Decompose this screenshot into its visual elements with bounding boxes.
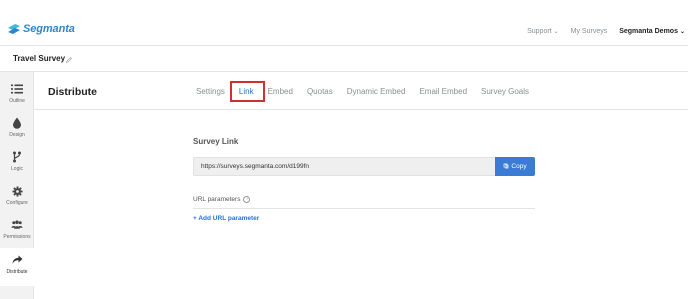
support-menu[interactable]: Support ⌄ (527, 28, 559, 35)
pencil-icon[interactable] (66, 57, 72, 63)
tab-bar: Settings Link Embed Quotas Dynamic Embed… (196, 81, 543, 102)
add-url-parameter-link[interactable]: + Add URL parameter (193, 215, 259, 222)
copy-icon (503, 163, 509, 171)
drop-icon (11, 117, 23, 129)
survey-title: Travel Survey (13, 54, 66, 63)
tab-embed[interactable]: Embed (268, 87, 293, 96)
segmanta-logo-icon (8, 24, 20, 34)
main-header: Distribute Settings Link Embed Quotas Dy… (34, 72, 688, 110)
account-menu[interactable]: Segmanta Demos ⌄ (619, 28, 685, 35)
users-icon (11, 219, 23, 231)
survey-link-field[interactable]: https://surveys.segmanta.com/d199fn (193, 157, 495, 176)
chevron-down-icon: ⌄ (553, 29, 559, 35)
survey-bar: Travel Survey (0, 46, 688, 72)
chevron-down-icon: ⌄ (679, 29, 685, 35)
copy-button-label: Copy (511, 163, 527, 170)
help-icon[interactable]: ? (243, 196, 251, 203)
sidebar: Outline Design Logic Configure Permissio… (0, 72, 34, 299)
sidebar-item-configure[interactable]: Configure (0, 182, 34, 216)
sidebar-item-permissions[interactable]: Permissions (0, 216, 34, 250)
url-parameters-text: URL parameters (193, 196, 241, 203)
tab-link[interactable]: Link (229, 81, 265, 102)
brand-logo[interactable]: Segmanta (7, 23, 75, 35)
sidebar-item-label: Configure (6, 200, 28, 206)
copy-button[interactable]: Copy (495, 157, 535, 176)
sidebar-item-distribute[interactable]: Distribute (0, 248, 34, 286)
tab-email-embed[interactable]: Email Embed (419, 87, 467, 96)
brand-name: Segmanta (23, 23, 75, 35)
tab-dynamic-embed[interactable]: Dynamic Embed (347, 87, 406, 96)
tab-settings[interactable]: Settings (196, 87, 225, 96)
sidebar-item-label: Logic (11, 166, 23, 172)
divider (193, 208, 535, 209)
tab-survey-goals[interactable]: Survey Goals (481, 87, 529, 96)
share-arrow-icon (11, 254, 23, 266)
sidebar-item-design[interactable]: Design (0, 114, 34, 148)
tab-quotas[interactable]: Quotas (307, 87, 333, 96)
top-nav: Support ⌄ My Surveys Segmanta Demos ⌄ (515, 28, 685, 35)
sidebar-item-outline[interactable]: Outline (0, 80, 34, 114)
support-label: Support (527, 28, 552, 35)
my-surveys-label: My Surveys (570, 28, 608, 35)
sidebar-item-label: Outline (9, 98, 25, 104)
gear-icon (11, 185, 23, 197)
sidebar-item-label: Permissions (3, 234, 31, 240)
page-title: Distribute (48, 86, 98, 98)
list-icon (11, 83, 23, 95)
account-label: Segmanta Demos (619, 28, 678, 35)
top-bar: Segmanta Support ⌄ My Surveys Segmanta D… (0, 0, 688, 46)
survey-link-heading: Survey Link (193, 137, 239, 146)
sidebar-item-label: Design (9, 132, 25, 138)
highlight-box (229, 81, 265, 102)
url-parameters-label: URL parameters ? (193, 196, 251, 203)
sidebar-item-label: Distribute (6, 269, 28, 275)
my-surveys-link[interactable]: My Surveys (571, 28, 608, 35)
branch-icon (11, 151, 23, 163)
sidebar-item-logic[interactable]: Logic (0, 148, 34, 182)
